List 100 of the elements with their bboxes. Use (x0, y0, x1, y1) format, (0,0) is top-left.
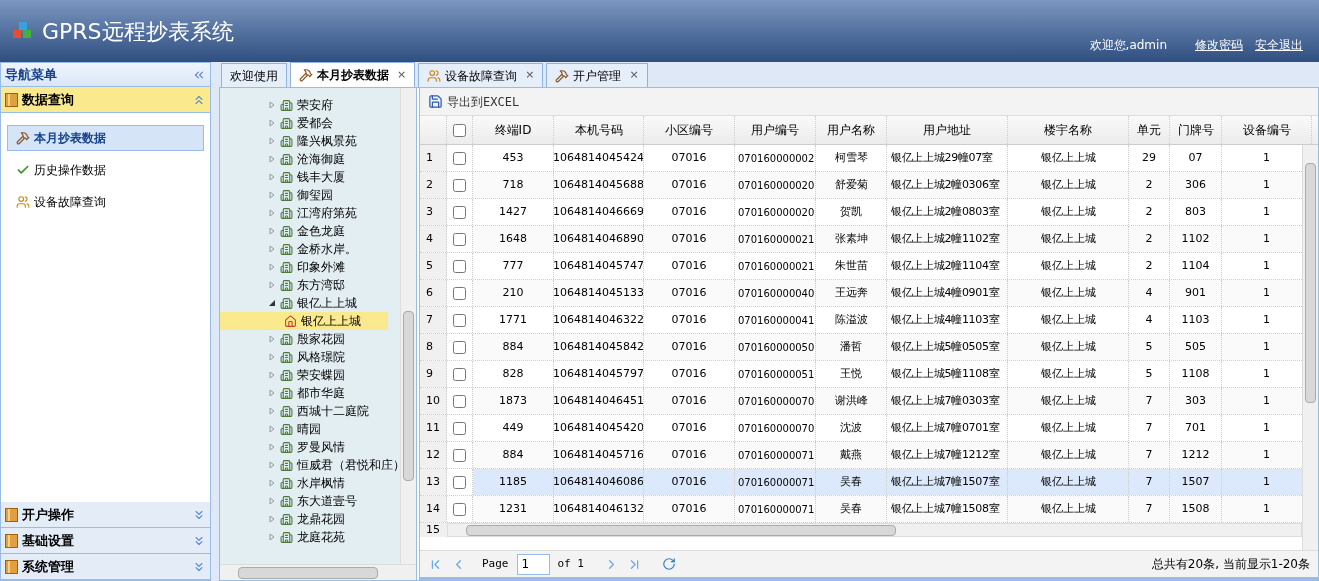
column-header[interactable]: 门牌号 (1170, 116, 1222, 144)
table-cell[interactable]: 2 (1129, 226, 1170, 252)
table-cell[interactable]: 1064814046132 (554, 496, 644, 522)
table-cell[interactable]: 1064814046451 (554, 388, 644, 414)
table-cell[interactable]: 1064814045424 (554, 145, 644, 171)
scrollbar[interactable] (400, 88, 416, 564)
table-cell[interactable]: 7 (1129, 496, 1170, 522)
checkbox[interactable] (453, 475, 466, 489)
close-icon[interactable]: × (629, 67, 639, 84)
tree-node[interactable]: 晴园 (220, 420, 400, 438)
table-cell[interactable]: 7 (1129, 442, 1170, 468)
expand-icon[interactable] (268, 461, 276, 469)
accordion-header[interactable]: 开户操作 (1, 502, 210, 528)
column-header[interactable]: 小区编号 (644, 116, 735, 144)
table-cell[interactable]: 1064814046890 (554, 226, 644, 252)
checkbox[interactable] (453, 367, 466, 381)
expand-icon[interactable] (268, 479, 276, 487)
tree-node[interactable]: 银亿上上城 (220, 294, 400, 312)
tree-node[interactable]: 东方湾邸 (220, 276, 400, 294)
table-cell[interactable]: 070160000021 (735, 253, 816, 279)
tree-node[interactable]: 隆兴枫景苑 (220, 132, 400, 150)
table-cell[interactable]: 070160000071 (735, 469, 816, 495)
tab[interactable]: 设备故障查询 × (418, 63, 544, 87)
table-cell[interactable]: 1 (1222, 496, 1302, 522)
table-cell[interactable]: 银亿上上城7幢0303室 (887, 388, 1008, 414)
table-cell[interactable]: 070160000020 (735, 199, 816, 225)
checkbox[interactable] (453, 232, 466, 246)
table-cell[interactable]: 银亿上上城 (1008, 442, 1129, 468)
table-cell[interactable]: 1212 (1170, 442, 1222, 468)
accordion-header[interactable]: 系统管理 (1, 554, 210, 580)
expand-icon[interactable] (268, 335, 276, 343)
checkbox[interactable] (453, 340, 466, 354)
expand-icon[interactable] (268, 389, 276, 397)
nav-item[interactable]: 设备故障查询 (7, 189, 204, 215)
table-cell[interactable]: 07016 (644, 388, 735, 414)
table-cell[interactable]: 1064814045747 (554, 253, 644, 279)
table-cell[interactable]: 901 (1170, 280, 1222, 306)
table-cell[interactable]: 070160000051 (735, 361, 816, 387)
column-header[interactable]: 楼宇名称 (1008, 116, 1129, 144)
table-cell[interactable]: 7 (1129, 469, 1170, 495)
table-cell[interactable]: 070160000070 (735, 415, 816, 441)
table-cell[interactable]: 1 (1222, 280, 1302, 306)
table-cell[interactable]: 银亿上上城2幢1102室 (887, 226, 1008, 252)
checkbox[interactable] (453, 123, 466, 137)
scrollbar[interactable] (1302, 145, 1318, 550)
table-cell[interactable]: 1064814046322 (554, 307, 644, 333)
table-cell[interactable]: 1 (1222, 469, 1302, 495)
tree-node[interactable]: 爱都会 (220, 114, 400, 132)
expand-icon[interactable] (268, 533, 276, 541)
tree-node[interactable]: 都市华庭 (220, 384, 400, 402)
tree-node[interactable]: 江湾府第苑 (220, 204, 400, 222)
tree-node[interactable]: 金色龙庭 (220, 222, 400, 240)
tree-node[interactable]: 东大道壹号 (220, 492, 400, 510)
table-cell[interactable]: 1064814045420 (554, 415, 644, 441)
tree-node[interactable]: 龙鼎花园 (220, 510, 400, 528)
table-cell[interactable]: 潘哲 (816, 334, 887, 360)
expand-icon[interactable] (268, 101, 276, 109)
table-cell[interactable]: 银亿上上城 (1008, 172, 1129, 198)
table-cell[interactable]: 银亿上上城 (1008, 280, 1129, 306)
tree-node[interactable]: 殷家花园 (220, 330, 400, 348)
table-cell[interactable]: 07016 (644, 496, 735, 522)
tree-node[interactable]: 金桥水岸。 (220, 240, 400, 258)
tree-node[interactable]: 荣安府 (220, 96, 400, 114)
table-cell[interactable]: 1102 (1170, 226, 1222, 252)
table-cell[interactable]: 884 (473, 334, 554, 360)
checkbox[interactable] (453, 205, 466, 219)
tree-node[interactable]: 恒威君（君悦和庄） (220, 456, 400, 474)
table-cell[interactable]: 07016 (644, 469, 735, 495)
tab[interactable]: 欢迎使用 (221, 63, 287, 87)
checkbox[interactable] (453, 259, 466, 273)
expand-icon[interactable] (268, 209, 276, 217)
table-cell[interactable]: 银亿上上城 (1008, 334, 1129, 360)
expand-icon[interactable] (268, 443, 276, 451)
table-cell[interactable]: 505 (1170, 334, 1222, 360)
checkbox[interactable] (453, 313, 466, 327)
nav-item[interactable]: 本月抄表数据 (7, 125, 204, 151)
tree-node[interactable]: 罗曼风情 (220, 438, 400, 456)
table-cell[interactable]: 1508 (1170, 496, 1222, 522)
scrollbar[interactable] (220, 564, 416, 580)
scrollbar[interactable] (447, 523, 1302, 537)
nav-item[interactable]: 历史操作数据 (7, 157, 204, 183)
tree-node[interactable]: 沧海御庭 (220, 150, 400, 168)
table-cell[interactable]: 884 (473, 442, 554, 468)
checkbox[interactable] (453, 178, 466, 192)
table-cell[interactable]: 银亿上上城7幢1507室 (887, 469, 1008, 495)
table-cell[interactable]: 张素坤 (816, 226, 887, 252)
checkbox[interactable] (453, 502, 466, 516)
table-cell[interactable]: 1064814045133 (554, 280, 644, 306)
table-cell[interactable]: 1 (1222, 334, 1302, 360)
table-cell[interactable]: 1 (1222, 388, 1302, 414)
expand-icon[interactable] (268, 407, 276, 415)
expand-icon[interactable] (268, 155, 276, 163)
tree-node[interactable]: 御玺园 (220, 186, 400, 204)
column-header[interactable]: 用户地址 (887, 116, 1008, 144)
table-cell[interactable]: 银亿上上城2幢0306室 (887, 172, 1008, 198)
table-cell[interactable]: 1231 (473, 496, 554, 522)
table-cell[interactable]: 07016 (644, 442, 735, 468)
table-cell[interactable]: 070160000041 (735, 307, 816, 333)
table-cell[interactable]: 2 (1129, 172, 1170, 198)
table-cell[interactable]: 070160000002 (735, 145, 816, 171)
